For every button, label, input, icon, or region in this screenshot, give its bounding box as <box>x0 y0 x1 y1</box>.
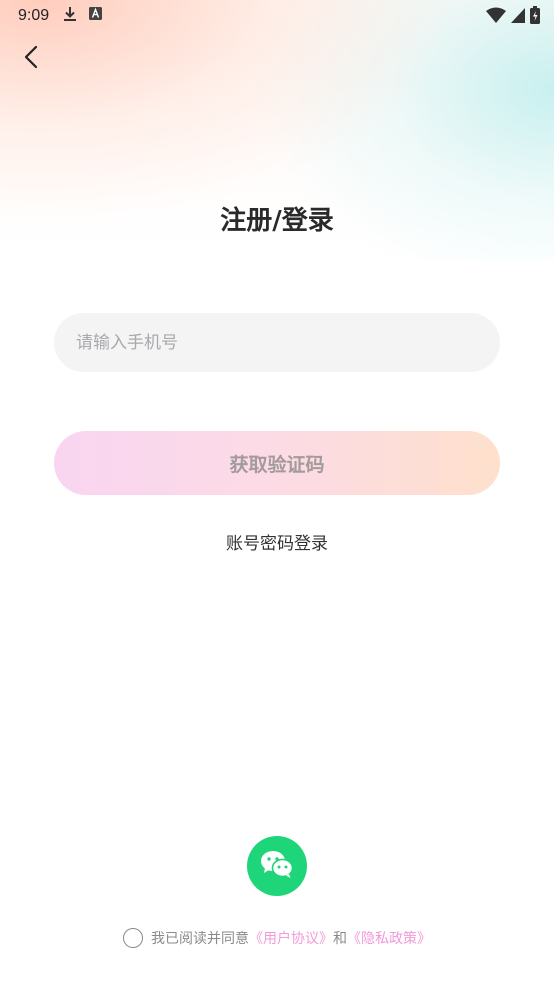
status-icons-right <box>486 6 540 29</box>
download-icon <box>63 6 77 27</box>
agreement-row: 我已阅读并同意 《用户协议》 和 《隐私政策》 <box>0 928 554 948</box>
status-bar: 9:09 <box>0 0 554 32</box>
status-icons-left <box>63 6 103 27</box>
chevron-left-icon <box>23 45 39 73</box>
page-title: 注册/登录 <box>220 206 334 236</box>
password-login-link[interactable]: 账号密码登录 <box>0 529 554 554</box>
phone-input[interactable] <box>76 332 478 353</box>
signal-icon <box>511 7 525 28</box>
phone-field-container <box>54 313 500 372</box>
privacy-policy-link[interactable]: 《隐私政策》 <box>347 928 431 948</box>
wifi-icon <box>486 7 506 28</box>
user-agreement-link[interactable]: 《用户协议》 <box>249 928 333 948</box>
status-time: 9:09 <box>18 7 50 24</box>
agreement-prefix-text: 我已阅读并同意 <box>151 931 249 947</box>
wechat-login-button[interactable] <box>247 836 307 896</box>
agreement-conjunction-text: 和 <box>333 931 347 947</box>
a-badge-icon <box>89 7 103 25</box>
get-verification-code-button[interactable]: 获取验证码 <box>54 431 500 495</box>
back-button[interactable] <box>14 42 48 76</box>
agreement-checkbox[interactable] <box>123 928 143 948</box>
wechat-icon <box>260 849 294 883</box>
battery-icon <box>530 6 540 29</box>
